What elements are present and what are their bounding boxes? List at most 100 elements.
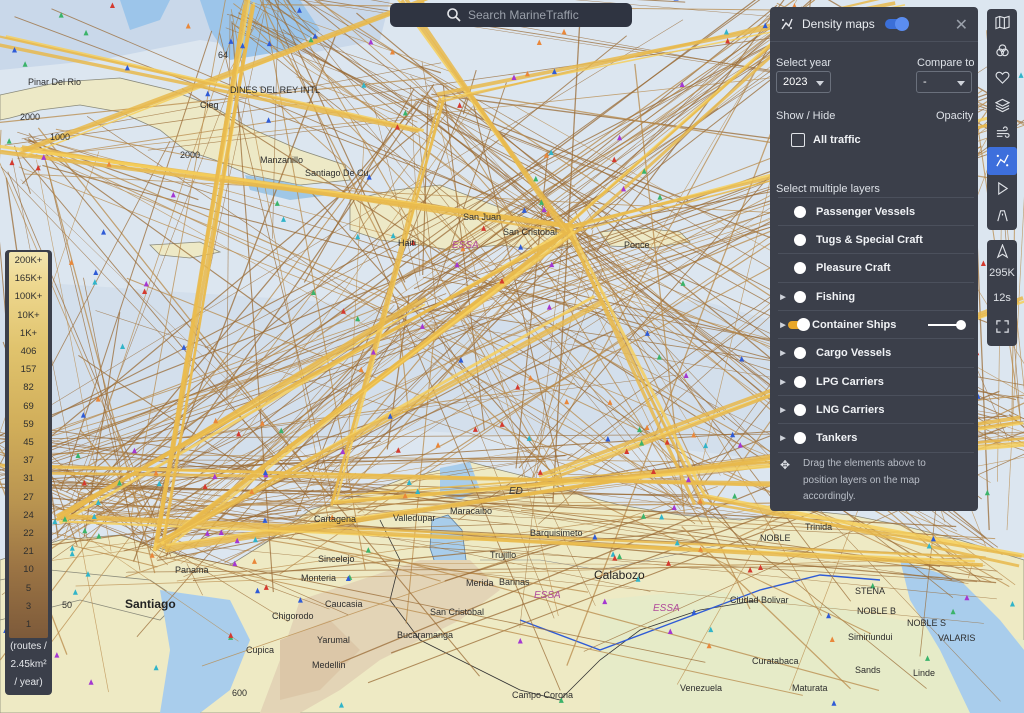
layer-cargo-vessels[interactable]: ▶ Cargo Vessels [778,338,974,367]
map-label-trujillo: Trujillo [490,550,517,560]
legend-value: 1K+ [19,327,38,339]
chevron-down-icon [957,81,965,86]
panel-header: Density maps ✕ [770,7,978,42]
map-label-haiti: Haiti [398,238,417,248]
legend-value: 27 [23,491,34,503]
legend-value: 22 [23,528,34,539]
expand-icon[interactable]: ▶ [778,349,788,357]
legend-value: 69 [23,400,34,412]
legend-value: 3 [25,600,32,612]
map-label-depth-50: 50 [62,600,73,610]
map-label-essa2: ESSA [534,590,561,601]
map-label-depth-2000b: 2000 [180,150,201,160]
opacity-label: Opacity [936,110,974,122]
map-label-depth-1000: 1000 [50,132,71,142]
map-label-sands: Sands [855,665,881,675]
fullscreen-icon[interactable] [987,312,1017,340]
all-traffic-label: All traffic [813,134,861,146]
multiple-layers-label: Select multiple layers [776,183,880,195]
navigation-icon[interactable] [987,240,1017,262]
layer-radio[interactable] [794,347,806,359]
map-label-simiriundui: Simiriundui [848,632,893,642]
layer-tugs[interactable]: Tugs & Special Craft [778,225,974,254]
expand-icon[interactable]: ▶ [778,293,788,301]
map-label-bucaramanga: Bucaramanga [397,630,454,640]
layer-tankers[interactable]: ▶ Tankers [778,423,974,453]
expand-icon[interactable]: ▶ [778,321,788,329]
map-label-depth-2000a: 2000 [20,112,41,122]
chevron-down-icon [816,81,824,86]
map-label-cartagena: Cartagena [314,514,357,524]
search-input[interactable]: Search MarineTraffic [468,8,579,22]
legend-value: 10 [23,564,34,576]
compare-select[interactable]: - [916,71,972,93]
legend-value: 406 [20,346,37,357]
close-icon[interactable]: ✕ [955,15,968,35]
map-label-barquisimeto: Barquisimeto [530,528,583,538]
map-label-cupica: Cupica [246,645,275,655]
play-icon[interactable] [987,175,1017,203]
opacity-slider[interactable] [928,320,966,330]
map-label-trinidad: Trinida [805,522,833,532]
layer-pleasure-craft[interactable]: Pleasure Craft [778,253,974,282]
layer-passenger-vessels[interactable]: Passenger Vessels [778,197,974,226]
layer-toggle[interactable] [788,318,810,331]
map-label-maracaibo: Maracaibo [450,506,493,516]
map-label-manzanillo: Manzanillo [260,155,304,165]
expand-icon[interactable]: ▶ [778,434,788,442]
select-year-label: Select year [776,57,832,69]
route-icon[interactable] [987,202,1017,230]
density-icon [781,18,793,30]
map-label-noble-s: NOBLE S [907,618,947,628]
map-label-san-cristobal2: San Cristobal [430,607,485,617]
layer-radio[interactable] [794,234,806,246]
density-toggle[interactable] [884,17,909,31]
map-label-merida: Merida [466,578,494,588]
legend-value: 100K+ [14,291,43,303]
layer-container-ships[interactable]: ▶ Container Ships [778,310,974,339]
expand-icon[interactable]: ▶ [778,378,788,386]
map-label-maturata: Maturata [792,683,828,693]
layer-radio[interactable] [794,404,806,416]
all-traffic-checkbox[interactable] [791,133,805,147]
map-label-jardines: DINES DEL REY INTL [230,85,321,95]
density-maps-icon[interactable] [987,146,1017,175]
map-label-pinar: Pinar Del Rio [28,77,82,87]
layer-radio[interactable] [794,206,806,218]
refresh-interval[interactable]: 12s [987,284,1017,312]
legend-value: 24 [23,509,34,521]
density-maps-panel: Density maps ✕ Select year Compare to 20… [770,7,978,511]
heart-icon[interactable] [987,64,1017,92]
map-label-barinas: Barinas [499,577,530,587]
map-icon[interactable] [987,9,1017,37]
search-icon [447,8,461,22]
filter-icon[interactable] [987,37,1017,65]
map-label-santiago-cuba: Santiago De Cu [305,168,369,178]
map-label-curatabaca: Curatabaca [752,656,799,666]
density-legend: 200K+ 165K+ 100K+ 10K+ 1K+ 406 157 82 69 59 45 37 31… [5,250,52,695]
map-label-san-cristobal: San Cristobal [503,227,558,237]
map-label-campo-corona: Campo Corona [512,690,574,700]
map-label-sincelejo: Sincelejo [318,554,355,564]
map-toolbar [987,9,1017,230]
expand-icon[interactable]: ▶ [778,406,788,414]
legend-value: 31 [23,473,34,485]
map-label-valledupar: Valledupar [393,513,436,523]
layers-icon[interactable] [987,92,1017,120]
vessel-count: 295K [989,267,1015,279]
layer-fishing[interactable]: ▶ Fishing [778,282,974,311]
search-bar[interactable]: Search MarineTraffic [390,3,632,27]
layer-radio[interactable] [794,432,806,444]
map-label-panama: Panama [175,565,209,575]
year-select[interactable]: 2023 [776,71,831,93]
layer-lng-carriers[interactable]: ▶ LNG Carriers [778,395,974,424]
layer-radio[interactable] [794,376,806,388]
legend-value: 82 [23,382,34,394]
map-label-linde: Linde [913,668,936,678]
map-label-stena: STENA [855,586,886,596]
drag-hint: Drag the elements above to position laye… [803,458,926,502]
layer-radio[interactable] [794,291,806,303]
layer-lpg-carriers[interactable]: ▶ LPG Carriers [778,367,974,396]
weather-icon[interactable] [987,119,1017,147]
layer-radio[interactable] [794,262,806,274]
